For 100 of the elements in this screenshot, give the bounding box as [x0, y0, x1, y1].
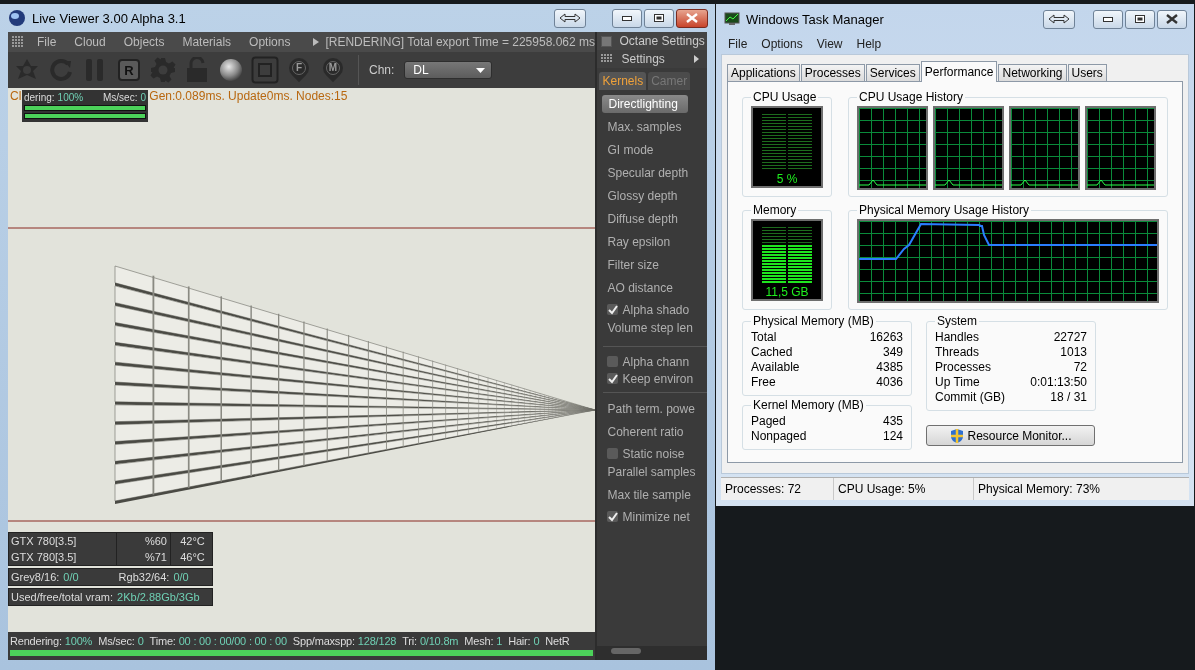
stat-label: Up Time — [935, 375, 981, 389]
group-title: System — [936, 314, 978, 328]
arrow-icon — [694, 55, 699, 63]
group-title: Physical Memory (MB) — [752, 314, 875, 328]
menu-item[interactable]: File — [28, 35, 66, 49]
checkbox[interactable] — [607, 511, 619, 522]
stat-label: Commit (GB) — [935, 390, 1006, 404]
status-label: Time: — [149, 634, 176, 647]
info-label: Grey8/16: — [11, 570, 60, 585]
maximize-icon — [654, 14, 664, 22]
info-value: 2Kb/2.88Gb/3Gb — [117, 590, 200, 605]
setting-label: Path term. powe — [607, 401, 696, 418]
tab[interactable]: Services — [865, 64, 920, 81]
checkbox[interactable] — [607, 448, 619, 459]
stat-value: 16263 — [869, 330, 903, 344]
setting-label: Max. samples — [607, 119, 683, 136]
setting-label: AO distance — [607, 280, 674, 297]
stat-label: Processes — [935, 360, 993, 374]
minimize-icon — [1103, 16, 1113, 22]
check-icon — [607, 373, 618, 384]
status-bar-text: Processes: 72 — [721, 478, 834, 500]
tab[interactable]: Applications — [727, 64, 800, 81]
minimize-button[interactable] — [1093, 9, 1123, 29]
tab[interactable]: Networking — [998, 64, 1067, 81]
overlay-text: Gen:0.089ms. Update0ms. Nodes:15 — [149, 89, 348, 103]
table-cell-text: 46°C — [179, 550, 206, 565]
menu-item[interactable]: Materials — [173, 35, 241, 49]
menu-item[interactable]: Cloud — [65, 35, 115, 49]
info-label: Used/free/total vram: — [11, 590, 114, 605]
stat-label: Free — [751, 375, 777, 389]
menu-item[interactable]: Options — [240, 35, 300, 49]
status-value: 100% — [57, 92, 84, 103]
setting-label: Max tile sample — [607, 487, 692, 504]
status-value: 00 : 00 : 00/00 : 00 : 00 — [178, 634, 287, 647]
menu-item[interactable]: Objects — [114, 35, 174, 49]
stat-value: 1013 — [1059, 345, 1087, 359]
checkbox-label: Keep environ — [622, 371, 694, 386]
table-cell: %60 — [117, 533, 171, 549]
stat-label: Paged — [751, 414, 787, 428]
info-value: 0/0 — [173, 570, 189, 585]
shield-icon — [949, 427, 966, 444]
menu-item[interactable]: Help — [856, 37, 882, 51]
table-cell: %71 — [117, 549, 171, 565]
stat-label: Handles — [935, 330, 981, 344]
kernel-dropdown[interactable]: Directlighting — [602, 95, 689, 113]
stat-value: 124 — [882, 429, 903, 443]
setting-label: Glossy depth — [607, 188, 679, 205]
setting-label: Filter size — [607, 257, 660, 274]
channel-dropdown[interactable]: DL — [404, 61, 493, 79]
maximize-button[interactable] — [644, 8, 674, 28]
close-button[interactable] — [676, 8, 708, 28]
close-button[interactable] — [1157, 9, 1187, 29]
meter-reading: 11,5 GB — [765, 285, 809, 299]
table-cell: GTX 780[3.5] — [9, 549, 117, 565]
group-title: Physical Memory Usage History — [858, 203, 1031, 217]
tab[interactable]: Processes — [800, 64, 865, 81]
scrollbar-thumb[interactable] — [611, 648, 642, 654]
checkbox[interactable] — [607, 356, 619, 367]
check-icon — [607, 304, 618, 315]
close-icon — [1166, 14, 1178, 24]
checkbox[interactable] — [607, 373, 619, 384]
tab[interactable]: Kernels — [599, 72, 647, 90]
stat-label: Cached — [751, 345, 794, 359]
settings-menu[interactable]: Settings — [597, 50, 707, 68]
tab[interactable]: Performance — [920, 61, 998, 82]
resource-monitor-button[interactable]: Resource Monitor... — [926, 425, 1095, 446]
minimize-icon — [622, 15, 632, 21]
table-cell-text: 42°C — [179, 534, 206, 549]
stat-value: 4036 — [875, 375, 903, 389]
swap-button[interactable] — [1043, 9, 1075, 29]
maximize-button[interactable] — [1125, 9, 1155, 29]
window-title: Windows Task Manager — [746, 11, 885, 27]
status-value: 0 — [533, 634, 540, 647]
menu-item[interactable]: View — [816, 37, 843, 51]
window-title: Live Viewer 3.00 Alpha 3.1 — [32, 10, 187, 26]
checkbox-label: Static noise — [622, 446, 685, 461]
tab[interactable]: Users — [1067, 64, 1107, 81]
status-value: 0 — [140, 92, 146, 103]
caret-icon — [476, 67, 486, 73]
menu-item[interactable]: Options — [761, 37, 803, 51]
meter-reading: 5 % — [776, 172, 798, 186]
menu-item[interactable]: File — [728, 37, 748, 51]
grip-icon — [12, 36, 24, 48]
info-label: Rgb32/64: — [118, 570, 170, 585]
minimize-button[interactable] — [612, 8, 642, 28]
grip-icon — [601, 54, 614, 64]
status-label: Spp/maxspp: — [292, 634, 355, 647]
checkbox[interactable] — [607, 304, 619, 315]
maximize-icon — [1135, 15, 1145, 23]
checkbox-label: Minimize net — [622, 509, 690, 524]
sphere-icon — [219, 58, 243, 82]
status-value: 100% — [64, 634, 93, 647]
double-arrow-icon — [559, 13, 581, 23]
status-label: Hair: — [508, 634, 531, 647]
group-title: CPU Usage — [752, 90, 818, 104]
status-value: 128/128 — [357, 634, 397, 647]
swap-button[interactable] — [554, 8, 586, 28]
status-bar-text: Physical Memory: 73% — [977, 481, 1102, 498]
status-value: 0 — [137, 634, 144, 647]
setting-label: Volume step len — [607, 320, 694, 337]
